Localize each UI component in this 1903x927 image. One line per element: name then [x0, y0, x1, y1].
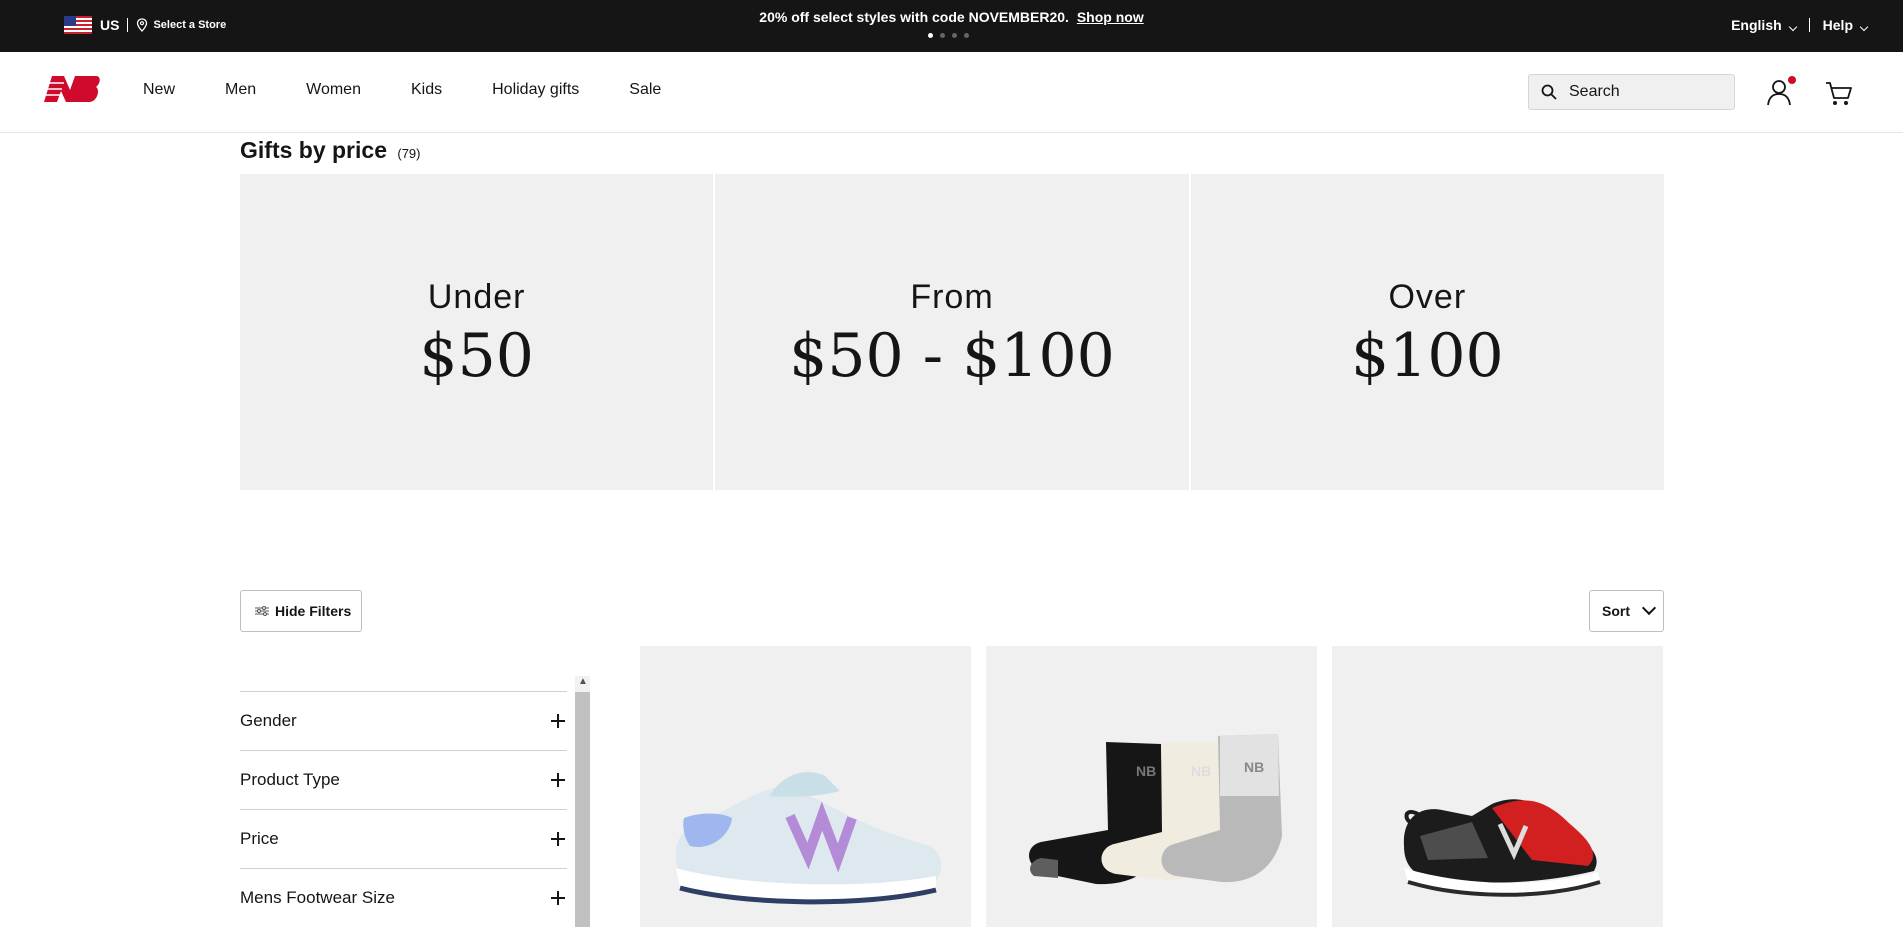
product-card[interactable]: [640, 646, 971, 927]
svg-text:NB: NB: [1244, 759, 1264, 775]
filter-label: Product Type: [240, 770, 340, 789]
nav-men[interactable]: Men: [225, 81, 256, 99]
price-tile-price: $100: [1350, 321, 1504, 391]
main-nav: New Men Women Kids Holiday gifts Sale: [143, 81, 711, 99]
language-label: English: [1731, 17, 1782, 33]
light-blue-sneaker-image: [675, 772, 942, 905]
price-tile-under-50[interactable]: Under $50: [240, 174, 714, 490]
filter-label: Mens Footwear Size: [240, 888, 395, 907]
red-black-sneaker-image: [1403, 799, 1601, 897]
sort-dropdown[interactable]: Sort: [1589, 590, 1664, 632]
svg-text:NB: NB: [1136, 763, 1156, 779]
promo-text: 20% off select styles with code NOVEMBER…: [759, 9, 1069, 25]
price-tile-price: $50 - $100: [789, 321, 1115, 391]
promo-message: 20% off select styles with code NOVEMBER…: [0, 9, 1903, 25]
filter-product-type[interactable]: Product Type: [240, 750, 567, 809]
carousel-dots: [928, 33, 969, 38]
carousel-dot[interactable]: [940, 33, 945, 38]
plus-icon: [551, 891, 565, 905]
scroll-up-arrow-icon[interactable]: ▲: [578, 676, 588, 688]
divider: [1808, 18, 1810, 32]
help-dropdown[interactable]: Help: [1822, 17, 1869, 33]
site-header: New Men Women Kids Holiday gifts Sale: [0, 52, 1903, 133]
carousel-dot[interactable]: [964, 33, 969, 38]
filter-sidebar: Gender Product Type Price Mens Footwear …: [240, 691, 567, 927]
nav-holiday-gifts[interactable]: Holiday gifts: [492, 81, 579, 99]
sliders-icon: [255, 606, 269, 616]
chevron-down-icon: [1859, 22, 1869, 32]
page-title-text: Gifts by price: [240, 137, 387, 163]
result-count: (79): [397, 146, 421, 161]
plus-icon: [551, 714, 565, 728]
page-title: Gifts by price (79): [240, 137, 421, 164]
search-input[interactable]: [1569, 83, 1719, 101]
search-box[interactable]: [1528, 74, 1735, 110]
plus-icon: [551, 773, 565, 787]
search-icon: [1541, 84, 1557, 100]
notification-dot: [1788, 76, 1796, 84]
filter-gender[interactable]: Gender: [240, 691, 567, 750]
filter-price[interactable]: Price: [240, 809, 567, 868]
nav-women[interactable]: Women: [306, 81, 361, 99]
shop-now-link[interactable]: Shop now: [1077, 9, 1144, 25]
promo-bar: US Select a Store 20% off select styles …: [0, 0, 1903, 52]
price-tile-label: Over: [1388, 278, 1467, 316]
price-tile-over-100[interactable]: Over $100: [1190, 174, 1664, 490]
hide-filters-label: Hide Filters: [275, 603, 352, 619]
carousel-dot[interactable]: [952, 33, 957, 38]
chevron-down-icon: [1788, 22, 1797, 32]
filter-scrollbar-thumb[interactable]: [575, 692, 590, 927]
help-label: Help: [1822, 17, 1853, 33]
filter-mens-footwear-size[interactable]: Mens Footwear Size: [240, 868, 567, 927]
socks-three-pack-image: NB NB NB: [1029, 734, 1282, 885]
hide-filters-button[interactable]: Hide Filters: [240, 590, 362, 632]
filter-label: Gender: [240, 711, 297, 730]
nav-new[interactable]: New: [143, 81, 175, 99]
price-tile-label: Under: [427, 278, 526, 316]
svg-text:NB: NB: [1191, 763, 1211, 779]
price-tiles: Under $50 From $50 - $100 Over $100: [240, 174, 1664, 490]
chevron-down-icon: [1641, 600, 1657, 616]
sort-label: Sort: [1602, 603, 1630, 619]
new-balance-logo[interactable]: [40, 74, 100, 104]
product-card[interactable]: NB NB NB: [986, 646, 1317, 927]
nav-kids[interactable]: Kids: [411, 81, 442, 99]
utility-links: English Help: [1731, 17, 1869, 33]
nav-sale[interactable]: Sale: [629, 81, 661, 99]
price-tile-price: $50: [419, 321, 534, 391]
cart-icon[interactable]: [1824, 78, 1854, 108]
carousel-dot[interactable]: [928, 33, 933, 38]
price-tile-50-100[interactable]: From $50 - $100: [715, 174, 1189, 490]
language-dropdown[interactable]: English: [1731, 17, 1797, 33]
price-tile-label: From: [910, 278, 994, 316]
filter-label: Price: [240, 829, 279, 848]
product-card[interactable]: [1332, 646, 1663, 927]
plus-icon: [551, 832, 565, 846]
